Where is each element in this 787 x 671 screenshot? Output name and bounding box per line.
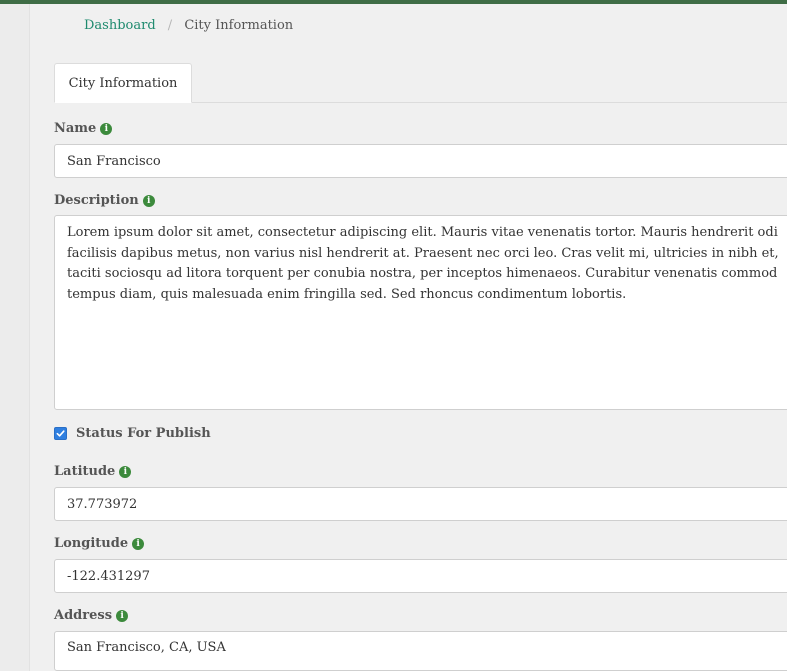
address-value: San Francisco, CA, USA: [67, 640, 226, 655]
description-line: Lorem ipsum dolor sit amet, consectetur …: [67, 225, 778, 240]
tab-label: City Information: [68, 75, 178, 91]
status-publish-row: Status For Publish: [54, 426, 211, 441]
status-publish-label: Status For Publish: [76, 426, 211, 441]
breadcrumb-dashboard-link[interactable]: Dashboard: [84, 18, 156, 33]
longitude-label: Longitude i: [54, 536, 145, 551]
breadcrumb-current: City Information: [184, 18, 294, 33]
description-label: Description i: [54, 193, 155, 208]
latitude-label: Latitude i: [54, 464, 132, 479]
name-label-text: Name: [54, 121, 97, 136]
longitude-value: -122.431297: [67, 568, 150, 584]
longitude-label-text: Longitude: [54, 536, 129, 551]
description-label-text: Description: [54, 193, 139, 208]
sidebar-strip: [0, 4, 30, 671]
address-field[interactable]: San Francisco, CA, USA: [54, 631, 787, 671]
name-label: Name i: [54, 121, 113, 136]
breadcrumb-separator: /: [167, 18, 173, 33]
description-line: taciti sociosqu ad litora torquent per c…: [67, 266, 778, 281]
breadcrumb: Dashboard / City Information: [84, 17, 293, 35]
top-accent-bar: [0, 0, 787, 4]
address-label-text: Address: [54, 608, 113, 623]
tab-city-information[interactable]: City Information: [54, 63, 192, 103]
description-line: tempus diam, quis malesuada enim fringil…: [67, 286, 627, 302]
info-icon[interactable]: i: [132, 537, 145, 550]
info-icon[interactable]: i: [142, 194, 155, 207]
description-line: facilisis dapibus metus, non varius nisl…: [67, 245, 779, 261]
info-icon[interactable]: i: [116, 609, 129, 622]
info-icon[interactable]: i: [100, 122, 113, 135]
name-field[interactable]: San Francisco: [54, 144, 787, 178]
latitude-label-text: Latitude: [54, 464, 116, 479]
longitude-field[interactable]: -122.431297: [54, 559, 787, 593]
status-publish-checkbox[interactable]: [54, 427, 67, 440]
address-label: Address i: [54, 608, 129, 623]
description-textarea[interactable]: Lorem ipsum dolor sit amet, consectetur …: [54, 215, 787, 410]
latitude-field[interactable]: 37.773972: [54, 487, 787, 521]
info-icon[interactable]: i: [119, 465, 132, 478]
latitude-value: 37.773972: [67, 496, 138, 512]
check-icon: [56, 430, 65, 437]
name-value: San Francisco: [67, 153, 161, 169]
